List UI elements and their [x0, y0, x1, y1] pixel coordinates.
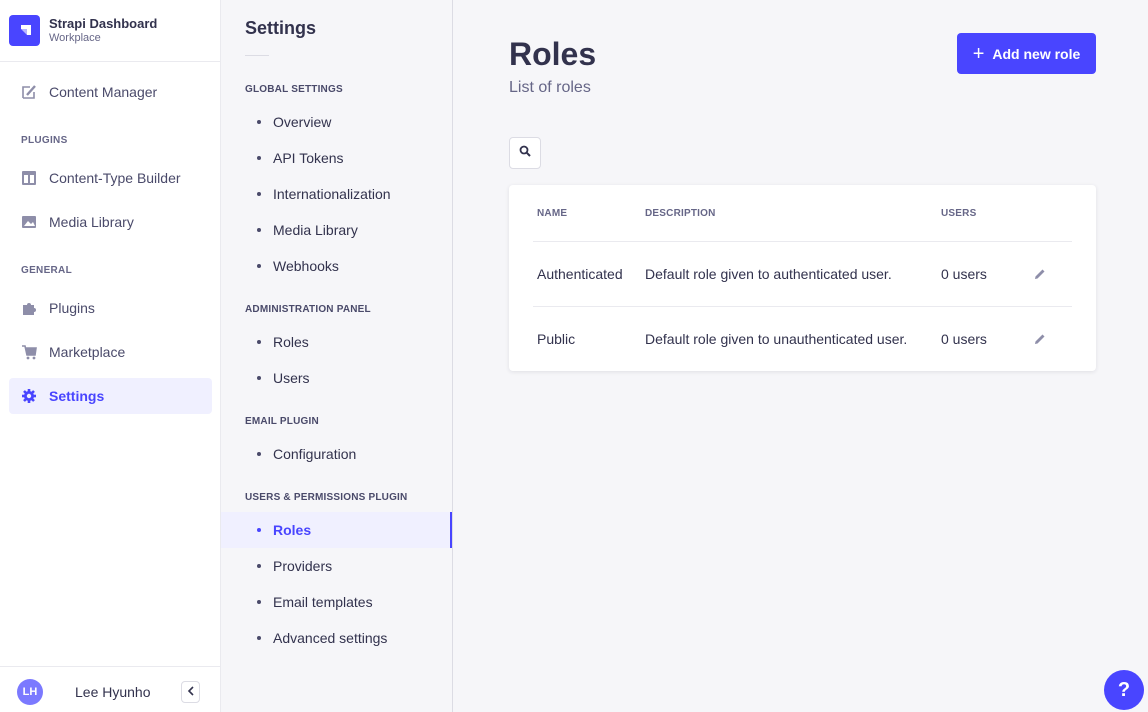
subnav-item-label: Roles: [273, 334, 309, 350]
subnav-item-label: Webhooks: [273, 258, 339, 274]
layout-icon: [21, 170, 37, 186]
nav-settings-label: Settings: [49, 388, 105, 404]
column-header-description: DESCRIPTION: [645, 208, 716, 219]
add-new-role-button[interactable]: + Add new role: [957, 33, 1096, 74]
role-name: Authenticated: [537, 266, 623, 282]
chevron-left-icon: [187, 683, 195, 701]
edit-pencil-icon[interactable]: [1032, 266, 1048, 282]
subnav-item-label: API Tokens: [273, 150, 344, 166]
page-subtitle: List of roles: [509, 79, 591, 96]
subnav-item-advanced-settings[interactable]: Advanced settings: [221, 620, 452, 656]
puzzle-icon: [21, 300, 37, 316]
nav-content-manager[interactable]: Content Manager: [9, 74, 212, 110]
nav-plugins-heading: PLUGINS: [21, 135, 68, 146]
gear-icon: [21, 388, 37, 404]
role-name: Public: [537, 331, 576, 347]
divider: [533, 241, 1072, 242]
nav-general-heading: GENERAL: [21, 265, 72, 276]
settings-nav-title: Settings: [245, 18, 317, 38]
user-name[interactable]: Lee Hyunho: [75, 684, 151, 700]
section-users-permissions-plugin: USERS & PERMISSIONS PLUGIN: [245, 492, 408, 503]
section-global-settings: GLOBAL SETTINGS: [245, 84, 343, 95]
subnav-item-label: Email templates: [273, 594, 373, 610]
subnav-item-overview[interactable]: Overview: [221, 104, 452, 140]
role-users-count: 0 users: [941, 331, 987, 347]
main-nav: Strapi Dashboard Workplace Content Manag…: [0, 0, 221, 712]
nav-settings[interactable]: Settings: [9, 378, 212, 414]
add-new-role-label: Add new role: [992, 45, 1081, 62]
user-bar: LH Lee Hyunho: [0, 666, 221, 712]
section-administration-panel: ADMINISTRATION PANEL: [245, 304, 371, 315]
subnav-item-up-roles[interactable]: Roles: [221, 512, 452, 548]
subnav-item-email-templates[interactable]: Email templates: [221, 584, 452, 620]
divider: [533, 306, 1072, 307]
subnav-item-label: Providers: [273, 558, 333, 574]
role-description: Default role given to unauthenticated us…: [645, 331, 908, 347]
image-icon: [21, 214, 37, 230]
nav-media-library-label: Media Library: [49, 214, 134, 230]
nav-media-library[interactable]: Media Library: [9, 204, 212, 240]
subnav-item-api-tokens[interactable]: API Tokens: [221, 140, 452, 176]
column-header-users: USERS: [941, 208, 977, 219]
subnav-item-label: Internationalization: [273, 186, 391, 202]
nav-marketplace-label: Marketplace: [49, 344, 126, 360]
role-description: Default role given to authenticated user…: [645, 266, 892, 282]
feather-pen-icon: [21, 84, 37, 100]
column-header-name: NAME: [537, 208, 568, 219]
shopping-cart-icon: [21, 344, 37, 360]
page-title: Roles: [509, 36, 597, 72]
subnav-item-label: Advanced settings: [273, 630, 388, 646]
subnav-item-label: Roles: [273, 522, 312, 538]
section-email-plugin: EMAIL PLUGIN: [245, 416, 319, 427]
edit-pencil-icon[interactable]: [1032, 331, 1048, 347]
settings-nav: Settings GLOBAL SETTINGS Overview API To…: [221, 0, 453, 712]
help-button[interactable]: ?: [1104, 670, 1144, 710]
subnav-item-media-library[interactable]: Media Library: [221, 212, 452, 248]
nav-content-manager-label: Content Manager: [49, 84, 158, 100]
subnav-item-label: Configuration: [273, 446, 357, 462]
brand-subtitle: Workplace: [49, 31, 101, 44]
subnav-item-label: Media Library: [273, 222, 358, 238]
nav-plugins[interactable]: Plugins: [9, 290, 212, 326]
role-users-count: 0 users: [941, 266, 987, 282]
subnav-item-admin-roles[interactable]: Roles: [221, 324, 452, 360]
nav-content-type-builder[interactable]: Content-Type Builder: [9, 160, 212, 196]
subnav-item-admin-users[interactable]: Users: [221, 360, 452, 396]
brand-header[interactable]: Strapi Dashboard Workplace: [0, 0, 220, 62]
avatar[interactable]: LH: [17, 679, 43, 705]
brand-title: Strapi Dashboard: [49, 15, 158, 31]
subnav-item-email-configuration[interactable]: Configuration: [221, 436, 452, 472]
search-icon: [519, 144, 531, 162]
collapse-nav-button[interactable]: [181, 681, 200, 703]
strapi-logo-icon: [9, 15, 40, 46]
nav-content-type-builder-label: Content-Type Builder: [49, 170, 181, 186]
subnav-item-providers[interactable]: Providers: [221, 548, 452, 584]
nav-marketplace[interactable]: Marketplace: [9, 334, 212, 370]
search-button[interactable]: [509, 137, 541, 169]
plus-icon: +: [972, 42, 985, 65]
subnav-item-label: Users: [273, 370, 310, 386]
subnav-item-webhooks[interactable]: Webhooks: [221, 248, 452, 284]
roles-table: NAME DESCRIPTION USERS Authenticated Def…: [509, 185, 1096, 371]
subnav-item-internationalization[interactable]: Internationalization: [221, 176, 452, 212]
divider: [245, 55, 269, 56]
nav-plugins-label: Plugins: [49, 300, 95, 316]
subnav-item-label: Overview: [273, 114, 332, 130]
